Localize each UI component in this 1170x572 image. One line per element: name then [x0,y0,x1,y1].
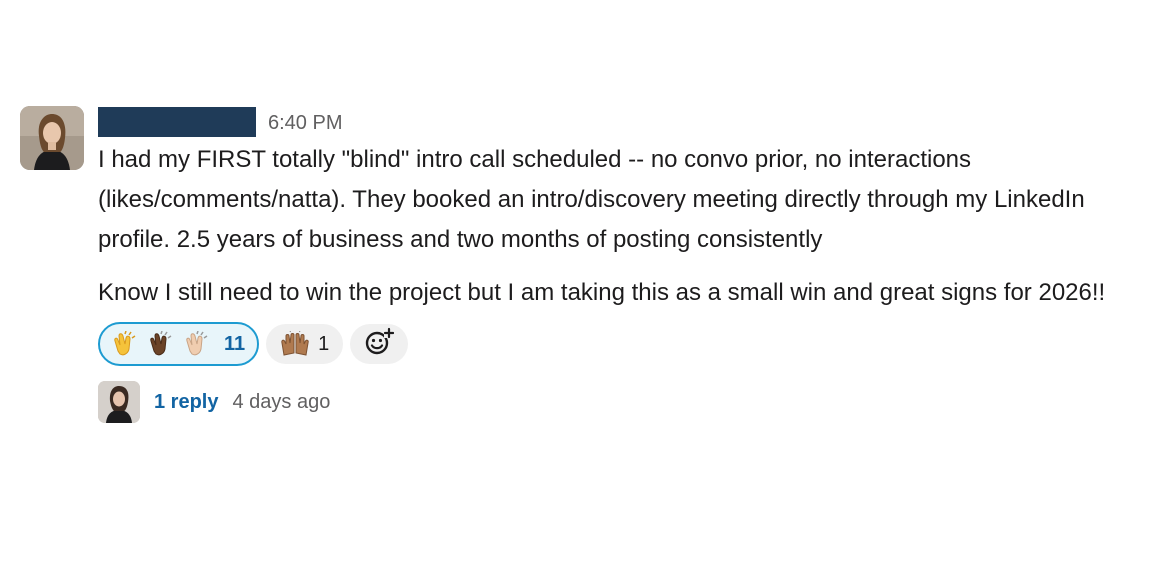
thread-summary[interactable]: 1 reply 4 days ago [98,380,1148,424]
last-reply-time: 4 days ago [232,390,331,413]
message-header: 6:40 PM [98,106,1148,138]
message-body: I had my FIRST totally "blind" intro cal… [98,140,1148,313]
author-avatar[interactable] [20,106,84,170]
reaction-clap[interactable]: 11 [98,322,260,366]
add-emoji-icon [364,327,395,362]
message-timestamp[interactable]: 6:40 PM [268,112,342,135]
author-name-redacted[interactable] [98,107,256,137]
reactions-bar: 11 1 [98,322,1148,366]
replier-avatar [98,381,140,423]
message-paragraph: Know I still need to win the project but… [98,279,1106,306]
reaction-raising-hands[interactable]: 1 [266,324,344,364]
reaction-count: 1 [318,332,330,355]
raising-hands-icon [280,331,310,357]
message-paragraph: I had my FIRST totally "blind" intro cal… [98,146,1085,253]
reaction-count: 11 [224,332,246,355]
message-content: 6:40 PM I had my FIRST totally "blind" i… [98,106,1148,424]
add-reaction-button[interactable] [350,324,409,364]
clapping-hands-icon [112,331,216,357]
reply-count-link[interactable]: 1 reply [154,391,218,414]
